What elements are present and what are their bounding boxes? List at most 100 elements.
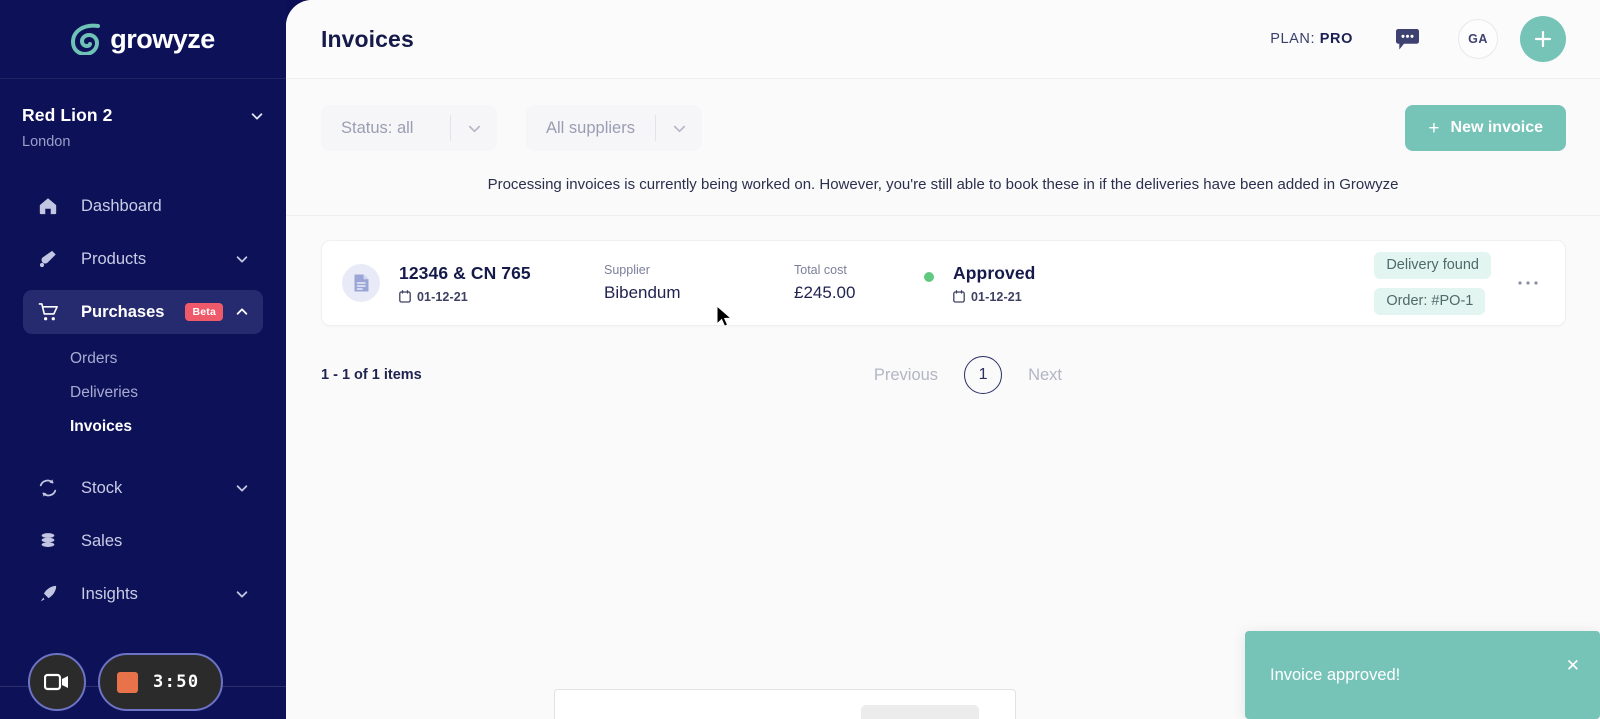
plus-icon	[1534, 30, 1552, 48]
toast-message: Invoice approved!	[1270, 665, 1401, 684]
beta-badge: Beta	[185, 303, 223, 321]
add-button[interactable]	[1520, 16, 1566, 62]
invoice-number: 12346 & CN 765	[399, 262, 531, 283]
status-text-block: Approved 01-12-21	[953, 263, 1035, 304]
pagination: 1 - 1 of 1 items Previous 1 Next	[286, 326, 1600, 394]
sidebar-item-label: Purchases	[81, 302, 165, 321]
pagination-controls: Previous 1 Next	[874, 356, 1062, 394]
delivery-found-badge: Delivery found	[1374, 251, 1491, 279]
home-icon	[37, 195, 59, 217]
sidebar-item-stock[interactable]: Stock	[23, 466, 263, 510]
org-name: Red Lion 2	[22, 105, 113, 125]
plan-indicator: PLAN: PRO	[1270, 31, 1353, 47]
chevron-down-icon[interactable]	[235, 587, 249, 601]
avatar-initials: GA	[1468, 32, 1488, 46]
sidebar-subitem-label: Invoices	[70, 418, 133, 435]
total-cost-label: Total cost	[794, 263, 847, 277]
org-location: London	[22, 134, 71, 150]
sidebar-item-label: Stock	[81, 478, 123, 497]
plan-value: PRO	[1319, 31, 1353, 47]
processing-notice: Processing invoices is currently being w…	[286, 151, 1600, 216]
supplier-filter-label: All suppliers	[546, 118, 635, 137]
close-icon[interactable]: ✕	[1566, 657, 1580, 674]
recorder-camera-button[interactable]	[28, 653, 86, 711]
invoice-number-cell: 12346 & CN 765 01-12-21	[399, 263, 604, 304]
recorder-elapsed-time: 3:50	[153, 672, 200, 692]
status-date: 01-12-21	[953, 290, 1035, 304]
sidebar-item-label: Sales	[81, 531, 123, 550]
plus-icon: +	[1428, 117, 1440, 139]
sidebar-item-orders[interactable]: Orders	[0, 342, 286, 376]
invoice-date: 01-12-21	[399, 290, 604, 304]
bottle-icon	[37, 248, 59, 270]
status-filter-label: Status: all	[341, 118, 414, 137]
document-icon	[342, 264, 380, 302]
header-actions: PLAN: PRO GA	[1270, 16, 1566, 62]
supplier-value: Bibendum	[604, 283, 681, 302]
bottom-dialog-peek[interactable]	[554, 689, 1016, 719]
calendar-icon	[399, 290, 411, 303]
sidebar-item-sales[interactable]: Sales	[23, 519, 263, 563]
bottom-dialog-button-placeholder[interactable]	[861, 705, 979, 719]
sidebar-item-insights[interactable]: Insights	[23, 572, 263, 616]
pagination-count: 1 - 1 of 1 items	[321, 367, 422, 383]
avatar[interactable]: GA	[1458, 19, 1498, 59]
rocket-icon	[37, 583, 59, 605]
total-cost-value: £245.00	[794, 283, 856, 302]
sidebar-item-label: Dashboard	[81, 196, 162, 215]
brand-logo[interactable]: growyze	[0, 0, 286, 79]
chevron-down-icon	[451, 121, 497, 136]
supplier-filter-select[interactable]: All suppliers	[526, 105, 702, 151]
growyze-logo-icon	[71, 23, 101, 55]
chevron-down-icon	[656, 121, 702, 136]
toast-notification: Invoice approved! ✕	[1245, 631, 1600, 719]
sidebar-nav: Dashboard Products Purchases Beta Orders…	[0, 184, 286, 616]
chevron-down-icon[interactable]	[235, 481, 249, 495]
status-date-text: 01-12-21	[971, 289, 1022, 304]
chevron-down-icon	[251, 112, 263, 120]
supplier-label: Supplier	[604, 263, 650, 277]
chevron-down-icon[interactable]	[235, 252, 249, 266]
sidebar-subitem-label: Orders	[70, 350, 118, 367]
pagination-previous[interactable]: Previous	[874, 366, 938, 385]
cart-icon	[37, 301, 59, 323]
ellipsis-icon	[1518, 281, 1538, 285]
recorder-timer-control[interactable]: 3:50	[98, 653, 223, 711]
page-header: Invoices PLAN: PRO GA	[286, 0, 1600, 79]
brand-name: growyze	[110, 23, 215, 54]
sidebar-item-deliveries[interactable]: Deliveries	[0, 376, 286, 410]
row-badges: Delivery found Order: #PO-1	[1374, 251, 1491, 315]
status-filter-select[interactable]: Status: all	[321, 105, 497, 151]
main-content: Invoices PLAN: PRO GA Status: all All su…	[286, 0, 1600, 719]
stop-square-icon[interactable]	[117, 671, 138, 693]
refresh-icon	[37, 477, 59, 499]
sidebar-subnav-purchases: Orders Deliveries Invoices	[0, 334, 286, 444]
org-selector[interactable]: Red Lion 2 London	[0, 79, 286, 150]
chat-bubble-icon[interactable]	[1395, 28, 1420, 51]
sidebar-item-products[interactable]: Products	[23, 237, 263, 281]
pagination-next[interactable]: Next	[1028, 366, 1062, 385]
pagination-page-1[interactable]: 1	[964, 356, 1003, 394]
supplier-cell: Supplier Bibendum	[604, 263, 794, 303]
filter-bar: Status: all All suppliers + New invoice	[286, 79, 1600, 151]
chevron-up-icon[interactable]	[235, 305, 249, 319]
order-ref-badge: Order: #PO-1	[1374, 287, 1486, 315]
video-camera-icon	[44, 673, 68, 691]
sidebar: growyze Red Lion 2 London Dashboard Prod…	[0, 0, 286, 719]
status-badge: Approved	[953, 262, 1036, 283]
sidebar-item-label: Insights	[81, 584, 138, 603]
row-menu-button[interactable]	[1491, 280, 1565, 286]
sidebar-item-purchases[interactable]: Purchases Beta	[23, 290, 263, 334]
sidebar-item-dashboard[interactable]: Dashboard	[23, 184, 263, 228]
sidebar-item-label: Products	[81, 249, 147, 268]
table-row[interactable]: 12346 & CN 765 01-12-21 Supplier Bibendu…	[321, 240, 1566, 326]
status-dot-icon	[924, 271, 934, 282]
sidebar-item-invoices[interactable]: Invoices	[0, 410, 286, 444]
new-invoice-button[interactable]: + New invoice	[1405, 105, 1566, 151]
page-title: Invoices	[321, 25, 414, 52]
